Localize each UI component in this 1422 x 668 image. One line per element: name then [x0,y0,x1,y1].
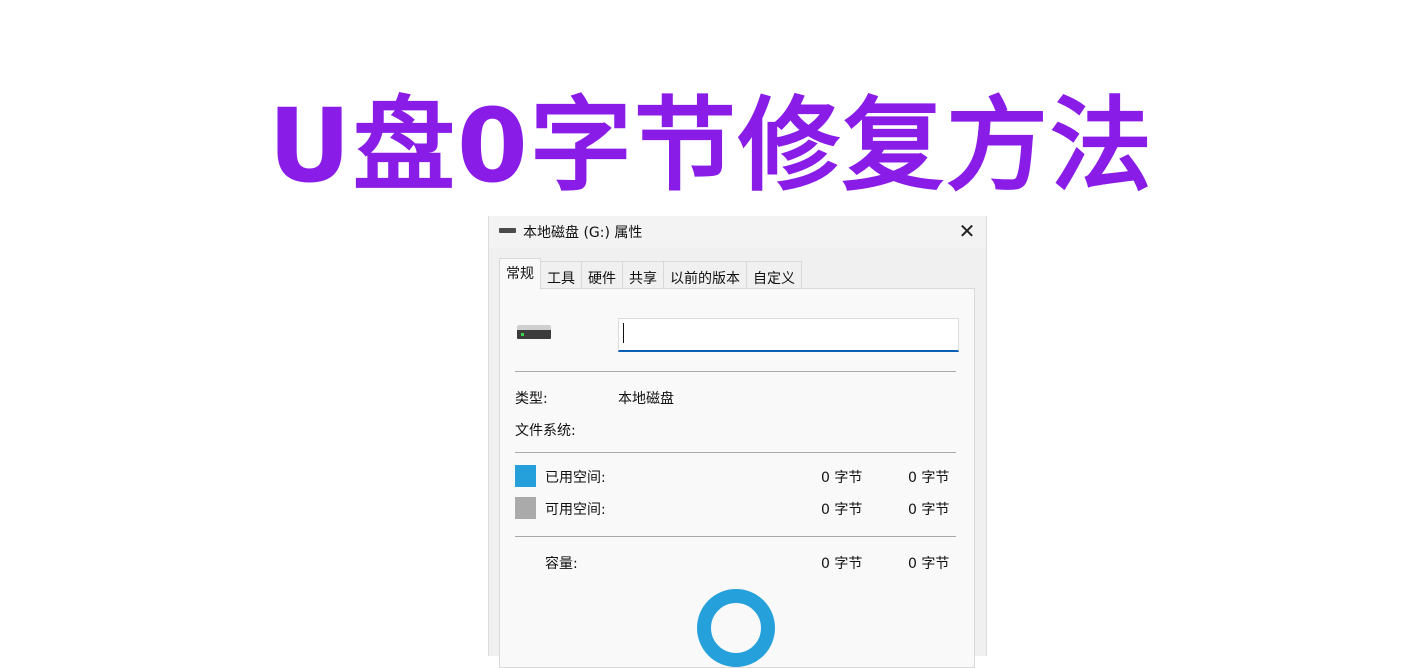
general-panel: 类型: 本地磁盘 文件系统: 已用空间: 0 字节 0 字节 可用空间: 0 字… [499,288,975,668]
tab-general[interactable]: 常规 [499,258,541,290]
used-space-swatch [515,465,536,487]
capacity-size: 0 字节 [908,556,950,572]
divider [515,452,956,453]
tab-bar: 常规 工具 硬件 共享 以前的版本 自定义 [499,258,802,290]
capacity-label: 容量: [545,556,578,572]
close-icon[interactable]: ✕ [954,218,980,244]
type-label: 类型: [515,391,548,407]
drive-name-input[interactable] [618,318,959,352]
usage-ring [697,589,775,667]
window-title: 本地磁盘 (G:) 属性 [523,225,643,241]
free-space-swatch [515,497,536,519]
tab-previous-versions[interactable]: 以前的版本 [663,261,747,290]
hard-drive-icon [517,325,551,339]
text-caret [623,323,624,343]
headline-title: U盘0字节修复方法 [268,87,1154,206]
divider [515,371,956,372]
used-space-size: 0 字节 [908,470,950,486]
drive-icon [499,228,516,233]
free-space-bytes: 0 字节 [821,502,863,518]
title-bar[interactable]: 本地磁盘 (G:) 属性 ✕ [489,216,986,248]
capacity-bytes: 0 字节 [821,556,863,572]
tab-customize[interactable]: 自定义 [746,261,802,290]
divider [515,536,956,537]
used-space-bytes: 0 字节 [821,470,863,486]
type-value: 本地磁盘 [618,391,674,407]
usage-donut-chart [697,589,775,667]
tab-hardware[interactable]: 硬件 [581,261,623,290]
used-space-label: 已用空间: [545,470,606,486]
tab-sharing[interactable]: 共享 [622,261,664,290]
free-space-size: 0 字节 [908,502,950,518]
properties-dialog: 本地磁盘 (G:) 属性 ✕ 常规 工具 硬件 共享 以前的版本 自定义 类型: 本地磁盘… [488,216,987,668]
free-space-label: 可用空间: [545,502,606,518]
tab-tools[interactable]: 工具 [540,261,582,290]
filesystem-label: 文件系统: [515,423,576,439]
